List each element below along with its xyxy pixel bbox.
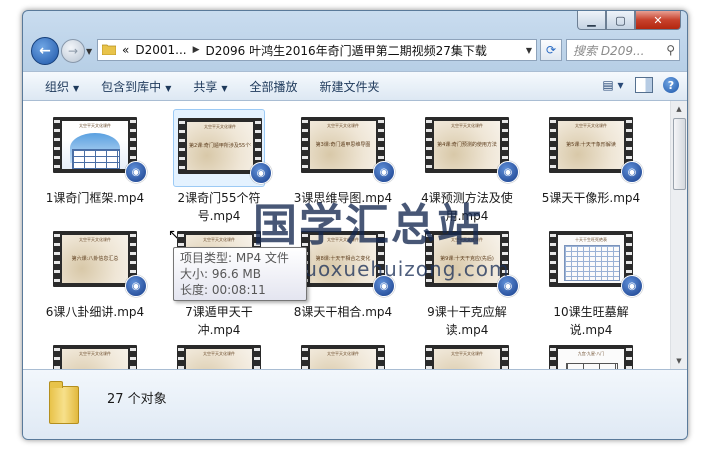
address-dropdown-icon[interactable]: ▼ — [526, 46, 532, 55]
folder-icon — [101, 43, 117, 58]
file-name: 6课八卦细讲.mp4 — [45, 305, 145, 319]
scrollbar-thumb[interactable] — [673, 118, 686, 190]
window-controls: ▁ ▢ ✕ — [577, 11, 681, 30]
media-player-icon: ◉ — [621, 275, 643, 297]
video-thumbnail: 太空平天文化课件 — [53, 345, 137, 369]
refresh-icon: ⟳ — [545, 43, 557, 57]
media-player-icon: ◉ — [497, 161, 519, 183]
video-thumbnail: 太空平天文化课件 — [53, 117, 137, 173]
refresh-button[interactable]: ⟳ — [540, 39, 562, 61]
chevron-right-icon[interactable]: ▶ — [193, 45, 200, 55]
address-bar[interactable]: « D2001... ▶ D2096 叶鸿生2016年奇门遁甲第二期视频27集下… — [97, 39, 537, 61]
search-icon[interactable]: ⚲ — [666, 43, 675, 57]
file-item[interactable]: 九宫·九星·八门 — [541, 337, 641, 369]
scroll-down-icon[interactable]: ▼ — [671, 353, 687, 369]
preview-pane-button[interactable] — [635, 77, 653, 93]
view-icon: ▤ ▾ — [602, 78, 624, 92]
arrow-right-icon: → — [67, 44, 79, 58]
media-player-icon: ◉ — [621, 161, 643, 183]
organize-menu[interactable]: 组织 ▼ — [45, 78, 79, 95]
maximize-icon: ▢ — [615, 13, 626, 27]
file-tooltip: 项目类型: MP4 文件 大小: 96.6 MB 长度: 00:08:11 — [173, 247, 307, 301]
file-item[interactable]: 太空平天文化课件 ◉ 1课奇门框架.mp4 — [45, 109, 147, 227]
video-thumbnail: 太空平天文化课件第2课:奇门遁甲所涉及55个符号 — [178, 118, 262, 174]
file-item[interactable]: 太空平天文化课件 — [293, 337, 393, 369]
file-item[interactable]: 太空平天文化课件 第六课:八卦信息汇总 ◉ 6课八卦细讲.mp4 — [45, 223, 147, 341]
file-item[interactable]: 十天干生旺死绝表 ◉ 10课生旺墓解说.mp4 — [541, 223, 643, 341]
breadcrumb-overflow[interactable]: « — [122, 43, 129, 57]
video-thumbnail: 太空平天文化课件 — [301, 345, 385, 369]
media-player-icon: ◉ — [125, 275, 147, 297]
search-input[interactable]: 搜索 D209... ⚲ — [566, 39, 680, 61]
file-item[interactable]: 太空平天文化课件 — [45, 337, 145, 369]
video-thumbnail: 十天干生旺死绝表 — [549, 231, 633, 287]
tooltip-type: 项目类型: MP4 文件 — [180, 251, 289, 265]
recent-pages-dropdown[interactable]: ▼ — [86, 47, 92, 56]
arrow-left-icon: ← — [39, 43, 51, 59]
maximize-button[interactable]: ▢ — [606, 11, 635, 30]
minimize-button[interactable]: ▁ — [577, 11, 606, 30]
command-bar: 组织 ▼ 包含到库中 ▼ 共享 ▼ 全部播放 新建文件夹 ▤ ▾ ? — [23, 71, 687, 101]
breadcrumb-item-current[interactable]: D2096 叶鸿生2016年奇门遁甲第二期视频27集下载 — [206, 42, 487, 59]
vertical-scrollbar[interactable]: ▲ ▼ — [670, 101, 687, 369]
media-player-icon: ◉ — [250, 162, 272, 184]
watermark-title: 国学汇总站 — [253, 200, 483, 251]
search-placeholder: 搜索 D209... — [573, 43, 645, 58]
chevron-down-icon: ▼ — [165, 83, 172, 93]
file-name: 8课天干相合.mp4 — [293, 305, 393, 319]
forward-button[interactable]: → — [61, 39, 85, 63]
item-count: 27 个对象 — [107, 392, 167, 407]
explorer-window: ▁ ▢ ✕ ← → ▼ « D2001... ▶ D2096 叶鸿生2016年奇… — [22, 10, 688, 440]
file-name: 9课十干克应解读.mp4 — [427, 305, 507, 337]
video-thumbnail: 太空平天文化课件 — [177, 345, 261, 369]
video-thumbnail: 太空平天文化课件 第4课:奇门预测的使用方法 — [425, 117, 509, 173]
include-in-library-menu[interactable]: 包含到库中 ▼ — [101, 78, 171, 95]
tooltip-size: 大小: 96.6 MB — [180, 267, 261, 281]
media-player-icon: ◉ — [125, 161, 147, 183]
file-name: 5课天干像形.mp4 — [541, 191, 641, 205]
chevron-down-icon: ▼ — [86, 47, 93, 56]
file-name: 10课生旺墓解说.mp4 — [553, 305, 629, 337]
chevron-down-icon: ▼ — [221, 83, 228, 93]
file-list: 太空平天文化课件 ◉ 1课奇门框架.mp4 太空平天文化课件 第2课:奇门遁甲所涉… — [23, 101, 687, 369]
back-button[interactable]: ← — [31, 37, 59, 65]
new-folder-button[interactable]: 新建文件夹 — [320, 78, 380, 95]
minimize-icon: ▁ — [587, 13, 596, 27]
breadcrumb-item-parent[interactable]: D2001... — [135, 43, 186, 57]
tooltip-length: 长度: 00:08:11 — [180, 283, 266, 297]
include-label: 包含到库中 — [101, 79, 162, 94]
file-item[interactable]: 太空平天文化课件 — [417, 337, 517, 369]
folder-icon — [49, 381, 79, 424]
video-thumbnail: 太空平天文化课件 第六课:八卦信息汇总 — [53, 231, 137, 287]
file-item[interactable]: 太空平天文化课件 第5课:十天干象形解读 ◉ 5课天干像形.mp4 — [541, 109, 643, 227]
file-name: 7课遁甲天干冲.mp4 — [185, 305, 253, 337]
mouse-cursor-icon: ↖ — [168, 227, 180, 243]
navigation-bar: ← → ▼ « D2001... ▶ D2096 叶鸿生2016年奇门遁甲第二期… — [23, 35, 687, 67]
close-button[interactable]: ✕ — [635, 11, 681, 30]
scroll-up-icon[interactable]: ▲ — [671, 101, 687, 117]
file-name: 1课奇门框架.mp4 — [45, 191, 145, 205]
share-menu[interactable]: 共享 ▼ — [193, 78, 227, 95]
video-thumbnail: 太空平天文化课件 — [425, 345, 509, 369]
chevron-down-icon: ▼ — [73, 83, 80, 93]
change-view-button[interactable]: ▤ ▾ — [601, 76, 625, 94]
organize-label: 组织 — [45, 79, 70, 94]
file-item[interactable]: 太空平天文化课件 — [169, 337, 269, 369]
play-all-button[interactable]: 全部播放 — [250, 78, 298, 95]
help-button[interactable]: ? — [663, 77, 679, 93]
video-thumbnail: 九宫·九星·八门 — [549, 345, 633, 369]
media-player-icon: ◉ — [373, 161, 395, 183]
video-thumbnail: 太空平天文化课件 第3课:奇门遁甲思维导图 — [301, 117, 385, 173]
help-icon: ? — [667, 78, 675, 92]
video-thumbnail: 太空平天文化课件 第5课:十天干象形解读 — [549, 117, 633, 173]
share-label: 共享 — [193, 79, 218, 94]
details-pane: 27 个对象 — [23, 369, 687, 439]
close-icon: ✕ — [653, 13, 663, 27]
